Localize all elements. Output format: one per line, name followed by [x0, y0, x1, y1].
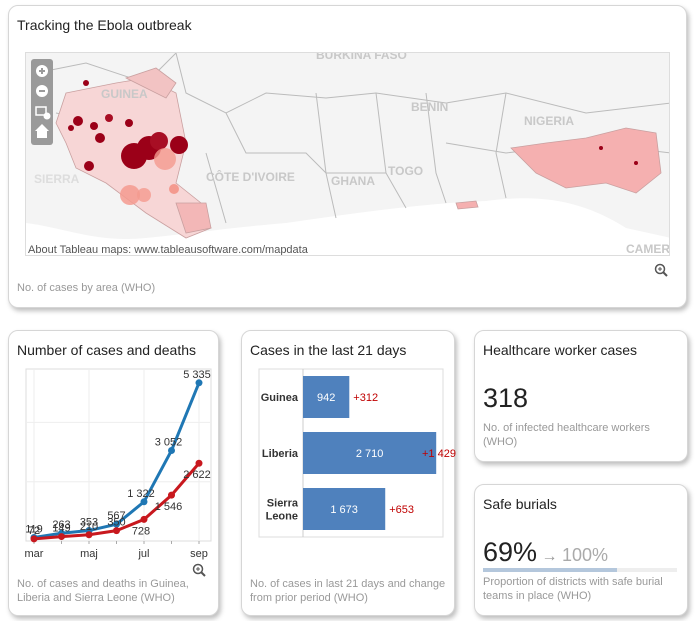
- burial-value: 69%: [483, 537, 538, 567]
- data-label: 3 052: [155, 436, 183, 448]
- value-label: 942: [317, 392, 335, 404]
- bar-chart-caption: No. of cases in last 21 days and change …: [250, 578, 446, 604]
- burial-target: 100%: [561, 545, 608, 565]
- home-icon[interactable]: [35, 124, 49, 138]
- line-chart-caption: No. of cases and deaths in Guinea, Liber…: [17, 578, 189, 604]
- hcw-title: Healthcare worker cases: [483, 342, 638, 358]
- category-label: Leone: [266, 511, 298, 523]
- data-label: 72: [28, 525, 40, 537]
- zoom-out-icon[interactable]: [36, 85, 48, 97]
- map-attribution[interactable]: About Tableau maps: www.tableausoftware.…: [28, 244, 309, 256]
- data-point: [195, 459, 203, 467]
- label-guinea: GUINEA: [101, 87, 148, 101]
- magnifier-plus-icon[interactable]: [654, 263, 668, 277]
- data-label: 1 546: [155, 501, 183, 513]
- x-tick-label: sep: [190, 548, 208, 560]
- data-point: [168, 491, 175, 499]
- data-label: 5 335: [183, 369, 211, 381]
- change-label: +1 429: [422, 448, 456, 460]
- healthcare-worker-card: Healthcare worker cases 318 No. of infec…: [474, 330, 688, 462]
- category-label: Sierra: [267, 498, 299, 510]
- data-label: 728: [132, 525, 150, 537]
- map-card: Tracking the Ebola outbreak BURKINA FASO…: [8, 5, 687, 308]
- bar-chart: Guinea 942 +312 Liberia 2 710 +1 429 SierraLeo…: [258, 368, 456, 538]
- map[interactable]: BURKINA FASO GUINEA SIERRA CÔTE D'IVOIRE…: [25, 52, 670, 256]
- label-nigeria: NIGERIA: [524, 114, 574, 128]
- data-label: 2 622: [183, 469, 211, 481]
- value-label: 2 710: [356, 448, 384, 460]
- label-sierra: SIERRA: [34, 172, 80, 186]
- category-label: Liberia: [262, 448, 299, 460]
- label-burkina-faso: BURKINA FASO: [316, 53, 407, 62]
- burial-caption: Proportion of districts with safe burial…: [483, 576, 663, 602]
- data-label: 350: [107, 517, 125, 529]
- burial-title: Safe burials: [483, 496, 557, 512]
- x-tick-label: maj: [80, 548, 98, 560]
- value-label: 1 673: [330, 504, 358, 516]
- magnifier-plus-icon[interactable]: [192, 563, 206, 577]
- burial-progress-bar: [483, 568, 677, 572]
- line-chart: mar maj jul sep119 263 3535671 3223 0525 3357…: [25, 368, 212, 560]
- select-area-icon[interactable]: [35, 106, 51, 120]
- data-point: [140, 515, 148, 523]
- cases-deaths-card: Number of cases and deaths mar maj jul sep 1…: [8, 330, 219, 616]
- data-label: 1 322: [127, 488, 155, 500]
- arrow: →: [541, 548, 558, 565]
- x-tick-label: jul: [137, 548, 149, 560]
- data-label: 149: [52, 523, 70, 535]
- map-controls: [31, 59, 53, 145]
- map-caption: No. of cases by area (WHO): [17, 282, 156, 294]
- change-label: +653: [389, 504, 414, 516]
- label-togo: TOGO: [388, 164, 423, 178]
- burial-progress-fill: [483, 568, 617, 572]
- safe-burials-card: Safe burials 69% → 100% Proportion of di…: [474, 484, 688, 616]
- label-cote-divoire: CÔTE D'IVOIRE: [206, 169, 295, 184]
- label-cameroon: CAMER: [626, 242, 670, 256]
- change-label: +312: [353, 392, 378, 404]
- map-svg[interactable]: BURKINA FASO GUINEA SIERRA CÔTE D'IVOIRE…: [26, 53, 670, 256]
- hcw-caption: No. of infected healthcare workers (WHO): [483, 422, 650, 448]
- last-21-days-card: Cases in the last 21 days Guinea 942 +312 L…: [241, 330, 456, 616]
- label-ghana: GHANA: [331, 174, 375, 188]
- hcw-value: 318: [483, 383, 529, 413]
- zoom-in-icon[interactable]: [36, 65, 48, 77]
- map-title: Tracking the Ebola outbreak: [17, 17, 192, 33]
- category-label: Guinea: [261, 392, 299, 404]
- data-label: 210: [80, 521, 98, 533]
- label-benin: BENIN: [411, 100, 448, 114]
- x-tick-label: mar: [25, 548, 44, 560]
